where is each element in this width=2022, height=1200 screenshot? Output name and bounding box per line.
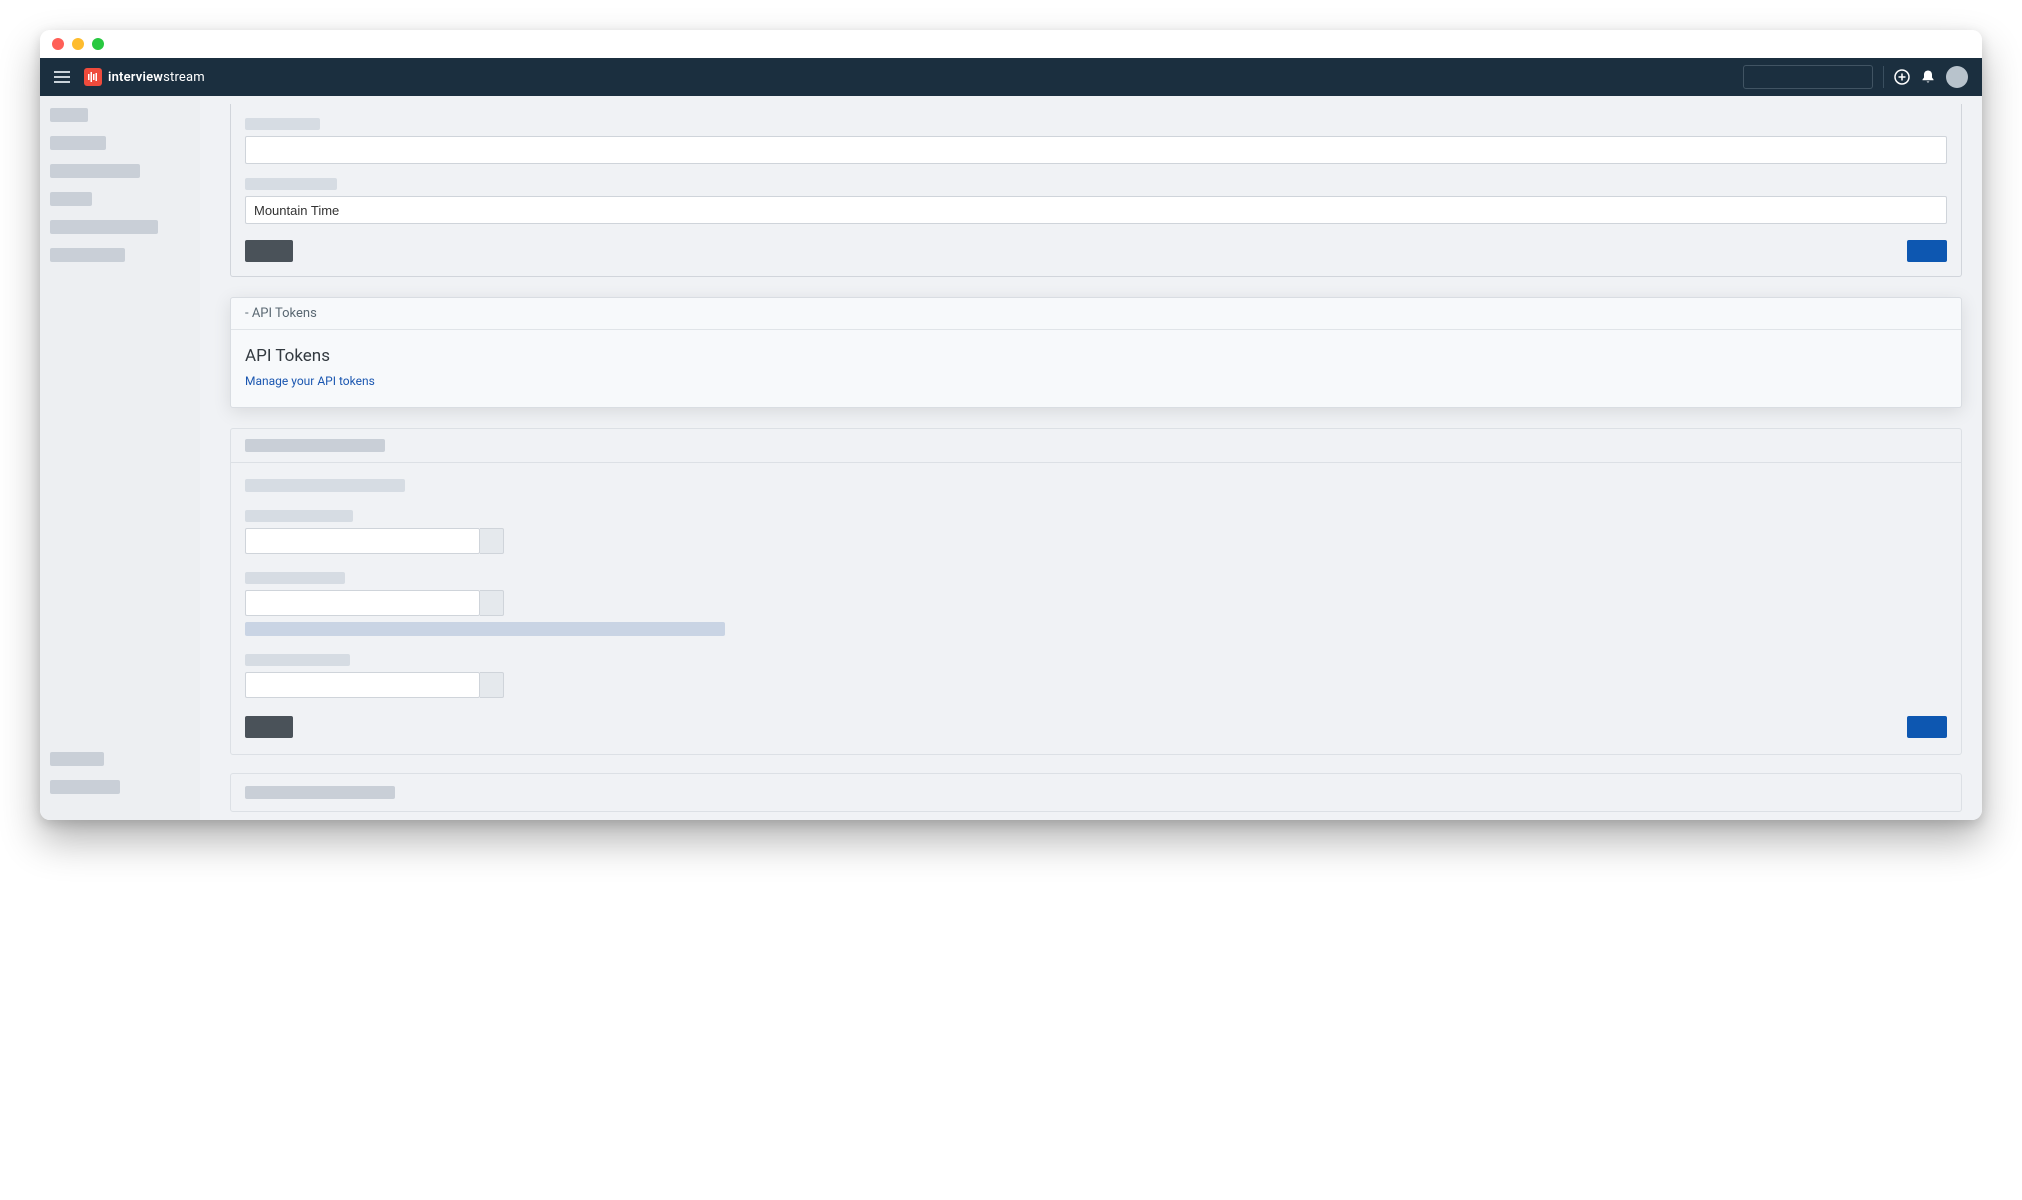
sidebar — [40, 96, 200, 820]
avatar[interactable] — [1946, 66, 1968, 88]
api-tokens-header: - API Tokens — [231, 298, 1961, 330]
secondary-button[interactable] — [245, 240, 293, 262]
helper-text — [245, 622, 725, 636]
api-tokens-title: API Tokens — [245, 346, 1947, 366]
window-close-icon[interactable] — [52, 38, 64, 50]
add-icon[interactable] — [1894, 69, 1910, 85]
api-tokens-card: - API Tokens API Tokens Manage your API … — [230, 297, 1962, 408]
sidebar-item[interactable] — [50, 164, 140, 178]
bell-icon[interactable] — [1920, 69, 1936, 85]
card-title — [245, 439, 385, 452]
input-addon[interactable] — [480, 672, 504, 698]
settings-card-bottom — [230, 773, 1962, 812]
nav-right — [1743, 65, 1968, 89]
timezone-select[interactable] — [245, 196, 1947, 224]
brand-mark-icon — [84, 68, 102, 86]
secondary-button[interactable] — [245, 716, 293, 738]
field-label — [245, 510, 353, 522]
top-nav: interviewstream — [40, 58, 1982, 96]
field-label — [245, 178, 337, 190]
input-addon[interactable] — [480, 590, 504, 616]
app-body: - API Tokens API Tokens Manage your API … — [40, 96, 1982, 820]
sidebar-item[interactable] — [50, 220, 158, 234]
field-label — [245, 479, 405, 492]
brand-name: interviewstream — [108, 70, 205, 85]
window-minimize-icon[interactable] — [72, 38, 84, 50]
main-content: - API Tokens API Tokens Manage your API … — [200, 96, 1982, 820]
sidebar-item[interactable] — [50, 108, 88, 122]
search-input[interactable] — [1743, 65, 1873, 89]
app-window: interviewstream — [40, 30, 1982, 820]
window-maximize-icon[interactable] — [92, 38, 104, 50]
nav-divider — [1883, 66, 1884, 88]
text-input[interactable] — [245, 590, 480, 616]
field-label — [245, 572, 345, 584]
settings-card-top — [230, 104, 1962, 277]
sidebar-item[interactable] — [50, 136, 106, 150]
field-label — [245, 654, 350, 666]
manage-api-tokens-link[interactable]: Manage your API tokens — [245, 374, 375, 388]
mac-titlebar — [40, 30, 1982, 58]
sidebar-item[interactable] — [50, 192, 92, 206]
card-title — [245, 786, 395, 799]
text-input[interactable] — [245, 528, 480, 554]
primary-button[interactable] — [1907, 240, 1947, 262]
primary-button[interactable] — [1907, 716, 1947, 738]
field-label — [245, 118, 320, 130]
settings-card-mid — [230, 428, 1962, 755]
sidebar-item[interactable] — [50, 248, 125, 262]
sidebar-item[interactable] — [50, 780, 120, 794]
input-addon[interactable] — [480, 528, 504, 554]
sidebar-item[interactable] — [50, 752, 104, 766]
text-input[interactable] — [245, 136, 1947, 164]
brand-logo[interactable]: interviewstream — [84, 68, 205, 86]
menu-icon[interactable] — [54, 71, 70, 83]
text-input[interactable] — [245, 672, 480, 698]
